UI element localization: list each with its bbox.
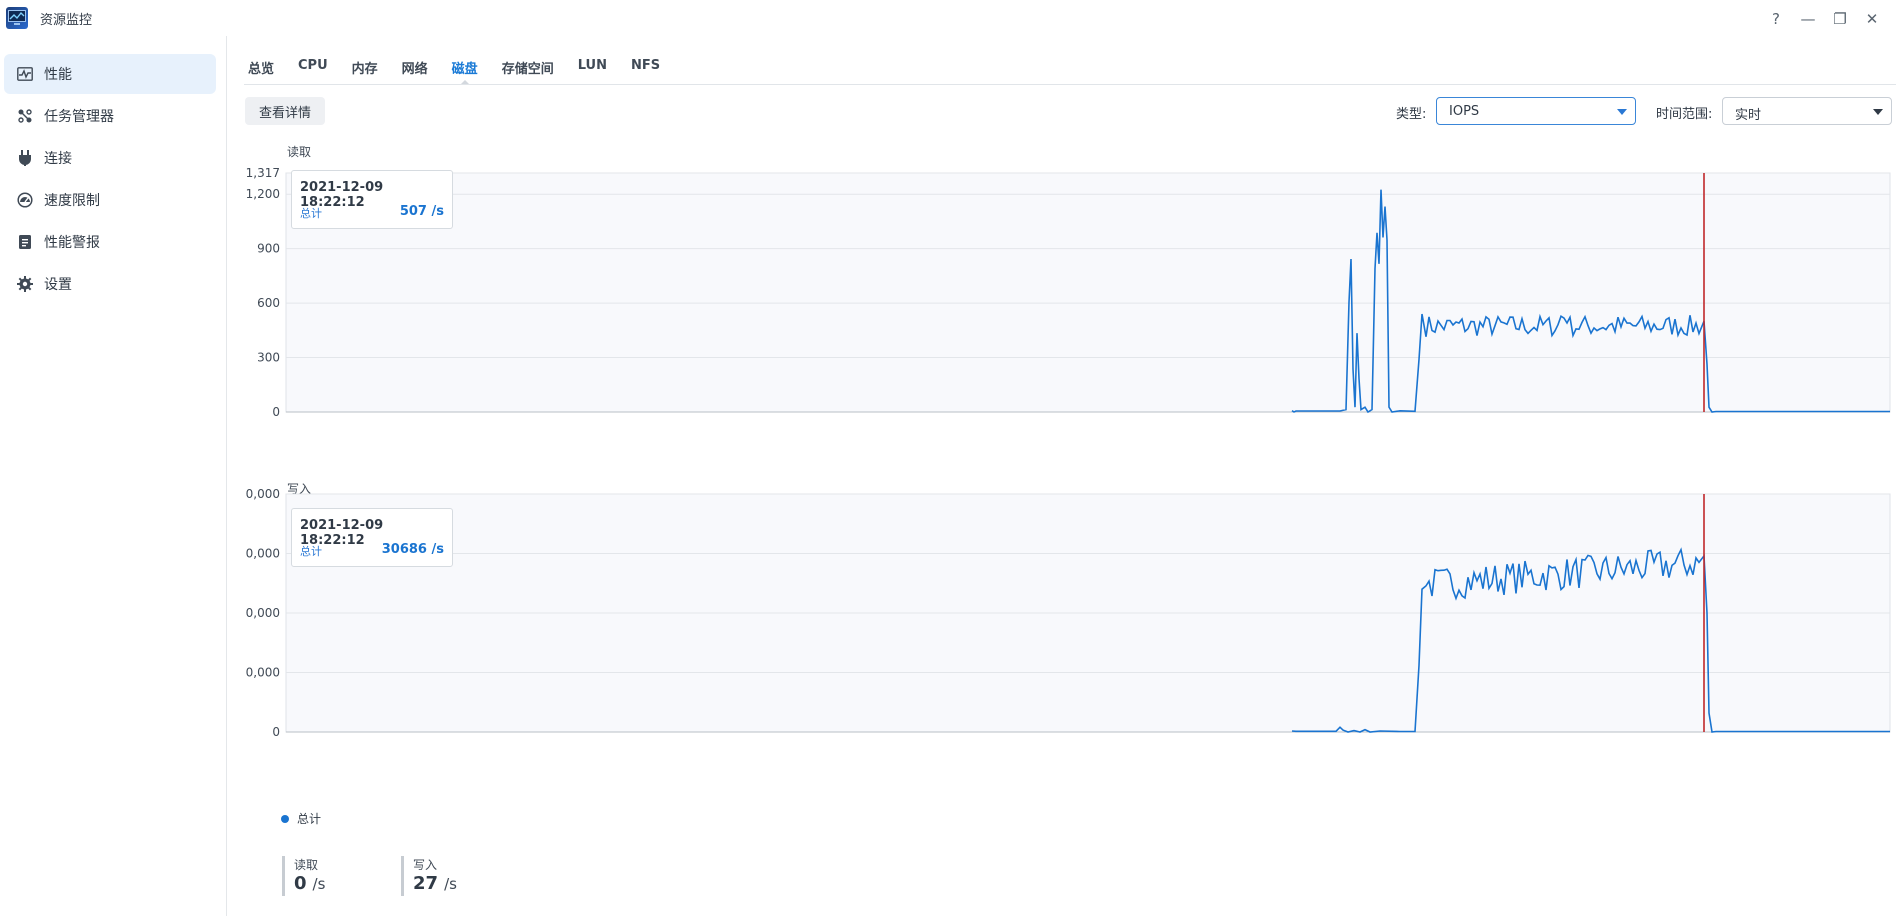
restore-icon[interactable]: ❐	[1824, 8, 1856, 30]
tooltip-series-name: 总计	[300, 207, 322, 220]
time-range-label: 时间范围:	[1656, 107, 1713, 122]
y-tick-label: 0,000	[246, 487, 280, 501]
type-select-value: IOPS	[1449, 104, 1480, 119]
write-chart-plot[interactable]: 0,000 0,000 0,000 0,000 0	[230, 478, 1896, 794]
type-select[interactable]: IOPS	[1436, 97, 1636, 125]
sidebar-item-settings[interactable]: 设置	[4, 264, 216, 304]
title-bar: 资源监控 ? — ❐ ✕	[0, 0, 1896, 36]
legend-marker	[281, 814, 289, 823]
write-stat-unit: /s	[444, 875, 457, 893]
read-tooltip: 2021-12-09 18:22:12 总计 507 /s	[291, 170, 453, 229]
sidebar-item-label: 性能	[44, 67, 72, 83]
tooltip-value: 30686 /s	[381, 542, 444, 557]
time-range-select[interactable]: 实时	[1722, 97, 1892, 125]
tab-memory[interactable]: 内存	[352, 50, 378, 84]
read-stat-unit: /s	[312, 875, 326, 893]
sidebar-item-label: 设置	[44, 277, 72, 293]
legend-label: 总计	[297, 812, 322, 826]
read-chart: 读取 1,317 1,200 900 600 300 0 2021-12-09 18:22…	[230, 140, 1896, 456]
tab-bar: 总览 CPU 内存 网络 磁盘 存储空间 LUN NFS	[248, 50, 684, 85]
y-tick-label: 0,000	[246, 547, 280, 561]
chevron-down-icon	[1617, 109, 1627, 115]
tooltip-value: 507 /s	[399, 204, 444, 219]
tab-disk[interactable]: 磁盘	[452, 50, 478, 85]
chart-legend[interactable]: 总计	[281, 810, 321, 827]
type-label: 类型:	[1396, 107, 1427, 122]
tab-network[interactable]: 网络	[402, 50, 428, 84]
plot-area	[285, 172, 1891, 413]
sidebar-item-task-manager[interactable]: 任务管理器	[4, 96, 216, 136]
y-tick-label: 1,317	[246, 166, 280, 180]
write-stat-label: 写入	[413, 858, 438, 872]
help-icon[interactable]: ?	[1760, 8, 1792, 30]
tab-volume[interactable]: 存储空间	[502, 50, 554, 84]
app-title: 资源监控	[40, 13, 93, 28]
sidebar-item-label: 速度限制	[44, 193, 100, 209]
write-tooltip: 2021-12-09 18:22:12 总计 30686 /s	[291, 508, 453, 567]
read-stat-value: 0	[294, 873, 307, 894]
y-tick-label: 0	[272, 405, 280, 419]
y-tick-label: 1,200	[246, 187, 280, 201]
sidebar-item-label: 任务管理器	[44, 109, 114, 125]
read-stat: 读取 0/s	[282, 856, 325, 896]
alert-clipboard-icon	[16, 233, 34, 251]
sidebar-item-label: 连接	[44, 151, 72, 167]
y-tick-label: 900	[257, 242, 280, 256]
y-tick-label: 0,000	[246, 606, 280, 620]
sidebar-item-connections[interactable]: 连接	[4, 138, 216, 178]
y-tick-label: 0	[272, 725, 280, 739]
tab-overview[interactable]: 总览	[248, 50, 274, 84]
view-details-button[interactable]: 查看详情	[245, 97, 325, 125]
y-tick-label: 300	[257, 351, 280, 365]
y-tick-label: 600	[257, 296, 280, 310]
minimize-icon[interactable]: —	[1792, 8, 1824, 30]
chevron-down-icon	[1873, 109, 1883, 115]
performance-icon	[16, 65, 34, 83]
tab-cpu[interactable]: CPU	[298, 50, 328, 84]
sidebar-item-performance[interactable]: 性能	[4, 54, 216, 94]
plug-icon	[16, 149, 34, 167]
write-stat-value: 27	[413, 873, 439, 894]
gear-icon	[16, 275, 34, 293]
write-stat: 写入 27/s	[401, 856, 457, 896]
tab-lun[interactable]: LUN	[578, 50, 607, 84]
read-chart-plot[interactable]: 1,317 1,200 900 600 300 0	[230, 140, 1896, 456]
read-stat-label: 读取	[294, 858, 319, 872]
sidebar: 性能 任务管理器 连接 速度限制 性能警报 设置	[0, 36, 227, 916]
tab-divider	[244, 84, 1896, 85]
speed-gauge-icon	[16, 191, 34, 209]
y-tick-label: 0,000	[246, 666, 280, 680]
write-chart: 写入 0,000 0,000 0,000 0,000 0 2021-12-09 18:2…	[230, 478, 1896, 794]
task-manager-icon	[16, 107, 34, 125]
tooltip-series-name: 总计	[300, 545, 322, 558]
tab-nfs[interactable]: NFS	[631, 50, 660, 84]
sidebar-item-label: 性能警报	[44, 235, 100, 251]
time-range-select-value: 实时	[1735, 108, 1762, 123]
sidebar-item-speed-limit[interactable]: 速度限制	[4, 180, 216, 220]
sidebar-item-performance-alerts[interactable]: 性能警报	[4, 222, 216, 262]
close-icon[interactable]: ✕	[1856, 8, 1888, 30]
resource-monitor-app-icon	[6, 7, 28, 29]
